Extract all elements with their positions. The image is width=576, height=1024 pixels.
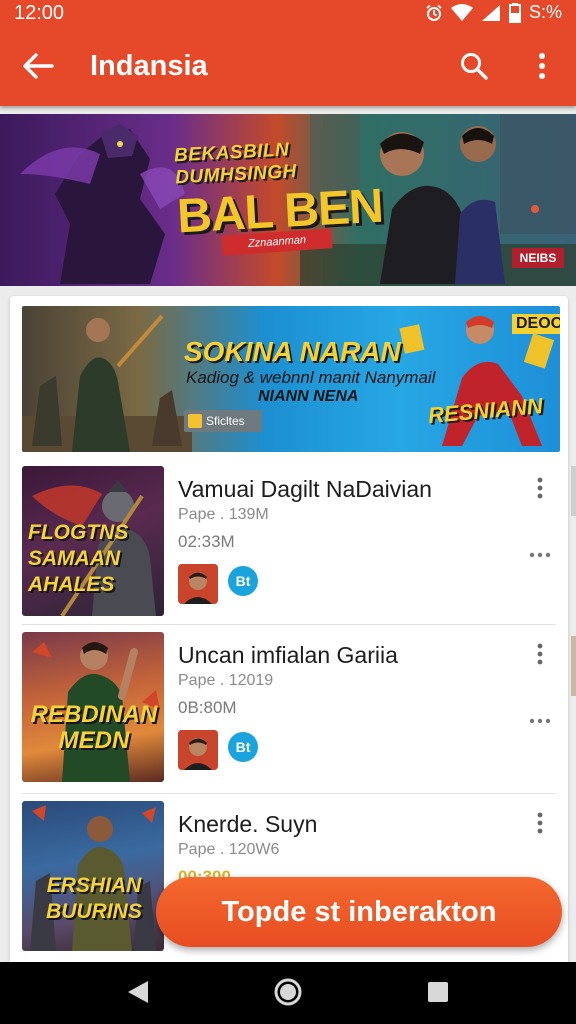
top-app-bar: 12:00 S:% Indansia bbox=[0, 0, 576, 106]
scroll-indicator bbox=[571, 636, 576, 696]
app-bar: Indansia bbox=[0, 30, 576, 106]
list-item[interactable]: REBDINAN MEDN Uncan imfialan Gariia Pape… bbox=[10, 632, 568, 798]
item-title: Uncan imfialan Gariia bbox=[178, 642, 398, 668]
hero-badge: NEIBS bbox=[512, 248, 564, 268]
promo-subtitle: Kadiog & webnnl manit Nanymail bbox=[186, 368, 436, 387]
item-more-button[interactable] bbox=[528, 642, 552, 670]
item-more-button[interactable] bbox=[528, 476, 552, 504]
more-vertical-icon bbox=[537, 643, 543, 670]
wifi-icon bbox=[450, 3, 473, 22]
system-nav-bar bbox=[0, 962, 576, 1024]
app-title: Indansia bbox=[90, 50, 208, 82]
nav-recents-button[interactable] bbox=[420, 976, 456, 1012]
arrow-left-icon bbox=[22, 52, 54, 85]
battery-icon bbox=[508, 2, 521, 23]
item-badge: Bt bbox=[228, 566, 258, 596]
item-thumbnail: REBDINAN MEDN bbox=[22, 632, 164, 782]
thumbnail-title: REBDINAN MEDN bbox=[30, 701, 158, 754]
promo-chip-label: Sficltes bbox=[206, 414, 245, 428]
promo-chip[interactable]: Sficltes bbox=[184, 410, 262, 432]
item-time: 0B:80M bbox=[178, 698, 237, 717]
promo-subtitle-2: NIANN NENA bbox=[258, 388, 359, 405]
alarm-icon bbox=[425, 4, 443, 22]
item-badge: Bt bbox=[228, 732, 258, 762]
item-more-button[interactable] bbox=[528, 811, 552, 839]
nav-back-icon bbox=[126, 979, 150, 1010]
battery-text: S:% bbox=[528, 2, 562, 22]
more-vertical-icon bbox=[537, 477, 543, 504]
avatar[interactable] bbox=[178, 564, 218, 604]
more-vertical-icon bbox=[537, 812, 543, 839]
signal-icon bbox=[481, 4, 501, 22]
nav-home-button[interactable] bbox=[270, 976, 306, 1012]
item-meta: Pape . 120W6 bbox=[178, 841, 280, 858]
thumbnail-title: ERSHIAN BUURINS bbox=[46, 874, 142, 923]
item-thumbnail: FLOGTNS SAMAAN AHALES bbox=[22, 466, 164, 616]
screen: 12:00 S:% Indansia BEKASBILN DUMHSINGH B… bbox=[0, 0, 576, 1024]
interaction-cta-button[interactable]: Topde st inberakton bbox=[156, 877, 562, 947]
thumbnail-title: FLOGTNS SAMAAN AHALES bbox=[28, 521, 129, 596]
item-meta: Pape . 12019 bbox=[178, 672, 274, 689]
list-item[interactable]: FLOGTNS SAMAAN AHALES Vamuai Dagilt NaDa… bbox=[10, 466, 568, 632]
scroll-indicator bbox=[571, 466, 576, 516]
chip-icon bbox=[188, 414, 202, 428]
status-icons: S:% bbox=[425, 2, 562, 23]
item-meta: Pape . 139M bbox=[178, 506, 269, 523]
item-time: 02:33M bbox=[178, 532, 235, 551]
status-bar: 12:00 S:% bbox=[0, 0, 576, 28]
status-time: 12:00 bbox=[14, 2, 65, 24]
item-options-button[interactable] bbox=[526, 542, 554, 566]
item-thumbnail: ERSHIAN BUURINS bbox=[22, 801, 164, 951]
nav-home-icon bbox=[273, 977, 303, 1012]
promo-title: SOKINA NARAN bbox=[184, 336, 401, 367]
item-options-button[interactable] bbox=[526, 708, 554, 732]
item-title: Knerde. Suyn bbox=[178, 811, 318, 837]
back-button[interactable] bbox=[18, 48, 58, 88]
more-vertical-icon bbox=[538, 52, 546, 85]
hero-headline: BEKASBILN DUMHSINGH BAL BEN bbox=[174, 135, 384, 243]
divider bbox=[22, 624, 556, 625]
hero-banner[interactable]: BEKASBILN DUMHSINGH BAL BEN Zznaanman NE… bbox=[0, 114, 576, 286]
avatar[interactable] bbox=[178, 730, 218, 770]
search-button[interactable] bbox=[454, 48, 494, 88]
nav-recents-icon bbox=[426, 980, 450, 1009]
divider bbox=[22, 793, 556, 794]
promo-banner[interactable]: SOKINA NARAN Kadiog & webnnl manit Nanym… bbox=[22, 306, 560, 452]
overflow-menu-button[interactable] bbox=[522, 48, 562, 88]
more-horizontal-icon bbox=[529, 711, 551, 729]
more-horizontal-icon bbox=[529, 545, 551, 563]
nav-back-button[interactable] bbox=[120, 976, 156, 1012]
item-title: Vamuai Dagilt NaDaivian bbox=[178, 476, 432, 502]
search-icon bbox=[459, 51, 489, 86]
promo-deco-label: DEOO bbox=[512, 314, 560, 334]
